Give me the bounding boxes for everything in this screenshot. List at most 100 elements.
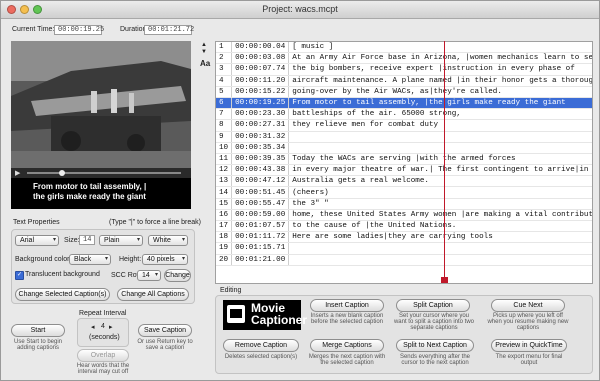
caption-text-cell[interactable]: in every major theatre of war.| The firs… bbox=[288, 164, 592, 177]
insert-caption-button[interactable]: Insert Caption bbox=[310, 299, 384, 312]
table-row[interactable]: 20 00:01:21.00 bbox=[216, 254, 592, 266]
table-row[interactable]: 16 00:00:59.00 home, these United States A… bbox=[216, 209, 592, 222]
translucent-checkbox[interactable]: ✓ bbox=[15, 271, 24, 280]
row-number-cell[interactable]: 3 bbox=[216, 63, 233, 76]
caption-text-cell[interactable] bbox=[288, 242, 592, 255]
row-number-cell[interactable]: 11 bbox=[216, 153, 233, 166]
style-select[interactable]: Plain ▾ bbox=[99, 235, 143, 246]
scroll-down-icon[interactable]: ▼ bbox=[201, 49, 207, 55]
scc-row-select[interactable]: 14 ▾ bbox=[137, 270, 161, 281]
table-row[interactable]: 18 00:01:11.72 Here are some ladies|they a… bbox=[216, 231, 592, 244]
timecode-cell[interactable]: 00:00:47.12 bbox=[231, 175, 290, 188]
caption-text-cell[interactable]: they relieve men for combat duty bbox=[288, 119, 592, 132]
caption-text-cell[interactable]: home, these United States Army women |ar… bbox=[288, 209, 592, 222]
caption-text-cell[interactable]: Here are some ladies|they are carrying t… bbox=[288, 231, 592, 244]
timecode-cell[interactable]: 00:01:15.71 bbox=[231, 242, 290, 255]
row-number-cell[interactable]: 13 bbox=[216, 175, 233, 188]
table-row[interactable]: 14 00:00:51.45 (cheers) bbox=[216, 186, 592, 199]
cue-next-button[interactable]: Cue Next bbox=[491, 299, 565, 312]
table-row[interactable]: 10 00:00:35.34 bbox=[216, 142, 592, 154]
table-row[interactable]: 19 00:01:15.71 bbox=[216, 242, 592, 255]
caption-text-cell[interactable]: to the cause of |the United Nations. bbox=[288, 220, 592, 233]
table-row[interactable]: 12 00:00:43.38 in every major theatre of w… bbox=[216, 164, 592, 177]
row-number-cell[interactable]: 19 bbox=[216, 242, 233, 255]
captions-table[interactable]: 1 00:00:00.04[ music ] 2 00:00:03.08 At an A… bbox=[215, 41, 593, 284]
caption-text-cell[interactable]: (cheers) bbox=[288, 186, 592, 199]
row-number-cell[interactable]: 10 bbox=[216, 142, 233, 154]
playhead-line[interactable] bbox=[444, 41, 445, 278]
table-row[interactable]: 5 00:00:15.22 going-over by the Air WACs, … bbox=[216, 86, 592, 98]
video-preview[interactable] bbox=[11, 41, 191, 168]
font-zoom-label[interactable]: Aa bbox=[200, 59, 210, 68]
timecode-cell[interactable]: 00:00:43.38 bbox=[231, 164, 290, 177]
play-icon[interactable]: ▶ bbox=[15, 169, 20, 177]
caption-text-cell[interactable]: going-over by the Air WACs, as|they're c… bbox=[288, 86, 592, 98]
repeat-right-icon[interactable]: ▸ bbox=[109, 323, 113, 331]
bg-color-select[interactable]: Black ▾ bbox=[69, 254, 111, 265]
row-number-cell[interactable]: 12 bbox=[216, 164, 233, 177]
scrubber-track[interactable] bbox=[27, 172, 181, 174]
table-row[interactable]: 9 00:00:31.32 bbox=[216, 131, 592, 143]
overlap-button[interactable]: Overlap bbox=[77, 349, 129, 362]
table-row[interactable]: 2 00:00:03.08 At an Army Air Force base in… bbox=[216, 52, 592, 65]
split-caption-button[interactable]: Split Caption bbox=[396, 299, 470, 312]
scrubber-thumb[interactable] bbox=[59, 170, 65, 176]
height-select[interactable]: 40 pixels ▾ bbox=[142, 254, 188, 265]
font-select[interactable]: Arial ▾ bbox=[15, 235, 59, 246]
timecode-cell[interactable]: 00:00:27.31 bbox=[231, 119, 290, 132]
caption-text-cell[interactable] bbox=[288, 254, 592, 266]
current-time-field[interactable]: 00:00:19.25 bbox=[54, 25, 104, 35]
timecode-cell[interactable]: 00:00:00.04 bbox=[231, 42, 290, 54]
timecode-cell[interactable]: 00:01:07.57 bbox=[231, 220, 290, 233]
row-number-cell[interactable]: 9 bbox=[216, 131, 233, 143]
table-row[interactable]: 8 00:00:27.31 they relieve men for combat … bbox=[216, 119, 592, 132]
caption-text-cell[interactable]: At an Army Air Force base in Arizona, |w… bbox=[288, 52, 592, 65]
merge-captions-button[interactable]: Merge Captions bbox=[310, 339, 384, 352]
caption-text-cell[interactable] bbox=[288, 142, 592, 154]
row-number-cell[interactable]: 14 bbox=[216, 186, 233, 199]
timecode-cell[interactable]: 00:01:21.00 bbox=[231, 254, 290, 266]
timecode-cell[interactable]: 00:00:55.47 bbox=[231, 198, 290, 210]
row-number-cell[interactable]: 15 bbox=[216, 198, 233, 210]
row-number-cell[interactable]: 6 bbox=[216, 97, 233, 110]
caption-text-cell[interactable]: the 3" " bbox=[288, 198, 592, 210]
table-row[interactable]: 15 00:00:55.47 the 3" " bbox=[216, 198, 592, 210]
timecode-cell[interactable]: 00:00:19.25 bbox=[231, 97, 290, 110]
table-row[interactable]: 4 00:00:11.20 aircraft maintenance. A plan… bbox=[216, 75, 592, 87]
caption-text-cell[interactable]: aircraft maintenance. A plane named |in … bbox=[288, 75, 592, 87]
table-row[interactable]: 7 00:00:23.30 battleships of the air. 6500… bbox=[216, 108, 592, 121]
timecode-cell[interactable]: 00:00:51.45 bbox=[231, 186, 290, 199]
table-row[interactable]: 1 00:00:00.04[ music ] bbox=[216, 42, 592, 54]
timecode-cell[interactable]: 00:00:31.32 bbox=[231, 131, 290, 143]
caption-text-cell[interactable] bbox=[288, 131, 592, 143]
timecode-cell[interactable]: 00:00:23.30 bbox=[231, 108, 290, 121]
timecode-cell[interactable]: 00:00:35.34 bbox=[231, 142, 290, 154]
timecode-cell[interactable]: 00:00:03.08 bbox=[231, 52, 290, 65]
preview-quicktime-button[interactable]: Preview in QuickTime bbox=[491, 339, 567, 352]
text-color-select[interactable]: White ▾ bbox=[148, 235, 188, 246]
caption-text-cell[interactable]: Today the WACs are serving |with the arm… bbox=[288, 153, 592, 166]
row-number-cell[interactable]: 17 bbox=[216, 220, 233, 233]
table-row[interactable]: 13 00:00:47.12 Australia gets a real welco… bbox=[216, 175, 592, 188]
timecode-cell[interactable]: 00:00:59.00 bbox=[231, 209, 290, 222]
row-number-cell[interactable]: 18 bbox=[216, 231, 233, 244]
timecode-cell[interactable]: 00:00:11.20 bbox=[231, 75, 290, 87]
split-to-next-caption-button[interactable]: Split to Next Caption bbox=[396, 339, 474, 352]
timecode-cell[interactable]: 00:00:15.22 bbox=[231, 86, 290, 98]
start-button[interactable]: Start bbox=[11, 324, 65, 337]
row-number-cell[interactable]: 16 bbox=[216, 209, 233, 222]
size-field[interactable]: 14 bbox=[79, 235, 95, 245]
playhead-handle[interactable] bbox=[441, 277, 448, 283]
playback-control-bar[interactable]: ▶ bbox=[11, 168, 191, 178]
row-number-cell[interactable]: 1 bbox=[216, 42, 233, 54]
row-number-cell[interactable]: 4 bbox=[216, 75, 233, 87]
table-row[interactable]: 3 00:00:07.74 the big bombers, receive exp… bbox=[216, 63, 592, 76]
remove-caption-button[interactable]: Remove Caption bbox=[223, 339, 299, 352]
caption-text-cell[interactable]: From motor to tail assembly, |the girls … bbox=[288, 97, 592, 110]
timecode-cell[interactable]: 00:01:11.72 bbox=[231, 231, 290, 244]
caption-text-cell[interactable]: Australia gets a real welcome. bbox=[288, 175, 592, 188]
timecode-cell[interactable]: 00:00:39.35 bbox=[231, 153, 290, 166]
table-row[interactable]: 17 00:01:07.57 to the cause of |the United… bbox=[216, 220, 592, 233]
save-caption-button[interactable]: Save Caption bbox=[138, 324, 192, 337]
repeat-left-icon[interactable]: ◂ bbox=[91, 323, 95, 331]
